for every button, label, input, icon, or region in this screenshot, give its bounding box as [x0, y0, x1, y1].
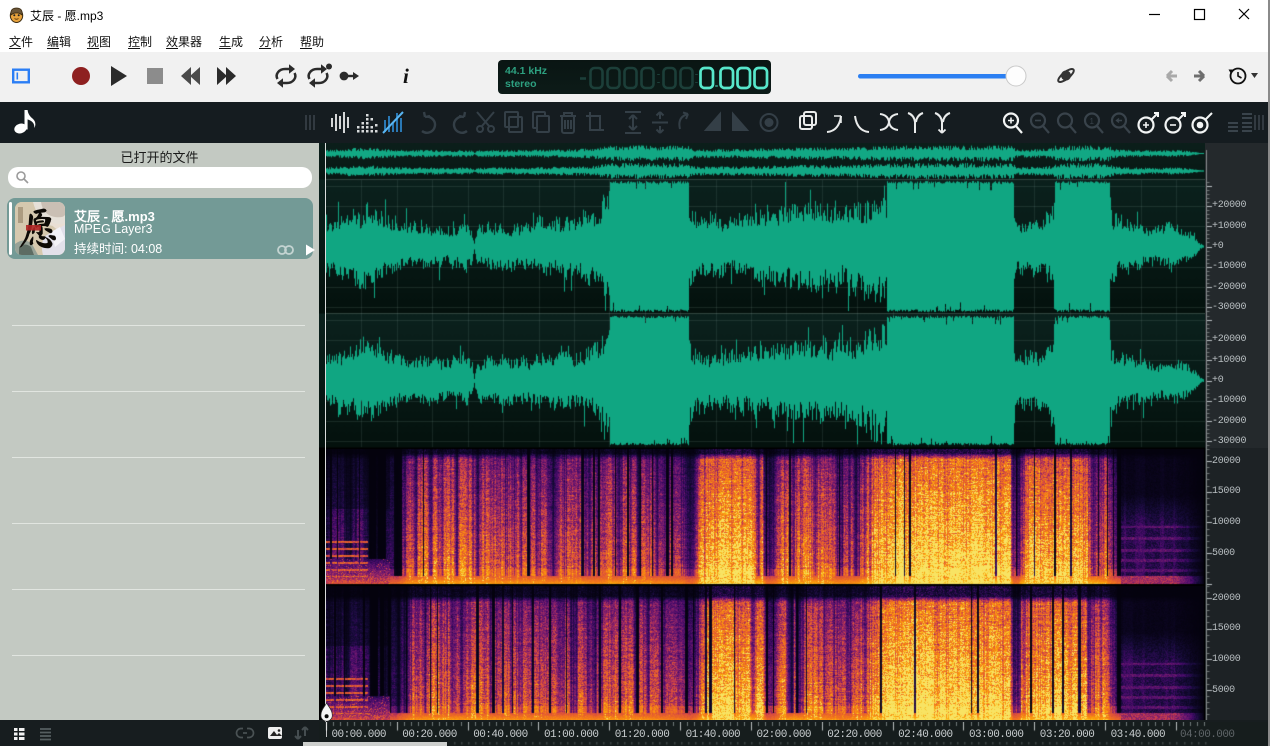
- svg-text:1: 1: [1090, 117, 1095, 126]
- svg-text:i: i: [403, 64, 409, 88]
